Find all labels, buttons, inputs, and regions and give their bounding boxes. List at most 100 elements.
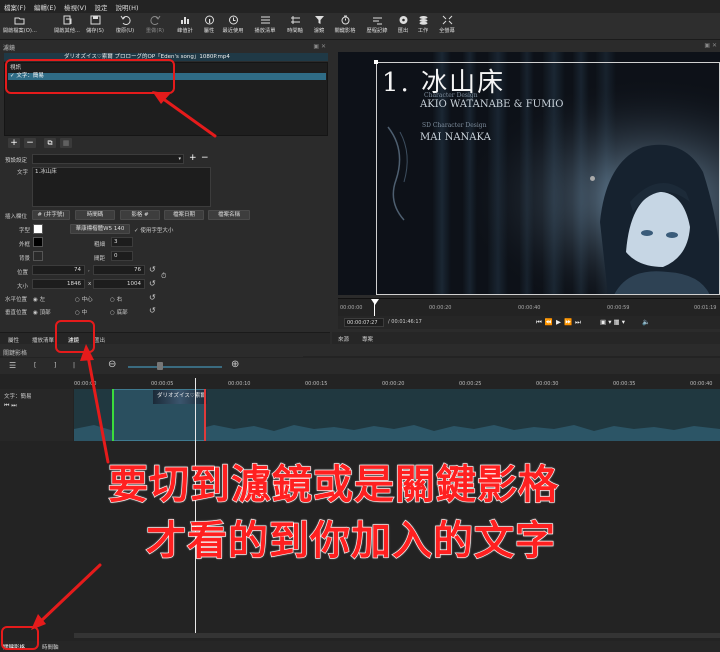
redo-icon — [149, 15, 160, 25]
save-preset-button[interactable]: + — [189, 153, 197, 163]
halign-center-radio[interactable]: ○ 中心 — [75, 295, 93, 303]
reset-valign-icon[interactable]: ↺ — [149, 306, 156, 315]
preview-ruler[interactable]: 00:00:00 00:00:20 00:00:40 00:00:59 00:0… — [338, 298, 720, 317]
add-filter-button[interactable]: + — [8, 138, 20, 148]
bbox-handle-icon[interactable] — [374, 60, 378, 64]
ruler-tick: 00:00:15 — [305, 381, 328, 387]
outline-color-swatch[interactable] — [33, 237, 43, 247]
insert-frame-button[interactable]: 影格 # — [120, 210, 160, 220]
current-time-field[interactable]: 00:00:07:27 — [344, 318, 384, 327]
valign-bottom-radio[interactable]: ○ 底部 — [110, 308, 128, 316]
halign-label: 水平位置 — [5, 297, 28, 303]
ruler-tick: 00:00:05 — [151, 381, 174, 387]
video-preview[interactable]: 1. 冰山床 Character Design AKIO WATANABE & … — [338, 52, 720, 295]
insert-file-date-button[interactable]: 檔案日期 — [164, 210, 204, 220]
panel-close-icon[interactable]: ▣ ✕ — [313, 43, 326, 50]
open-folder-icon — [14, 17, 24, 25]
background-label: 背景 — [19, 256, 31, 262]
tab-project[interactable]: 專案 — [362, 335, 373, 343]
ruler-tick: 00:00:40 — [690, 381, 713, 387]
tab-export[interactable]: 匯出 — [94, 336, 105, 344]
clip-out-marker[interactable] — [204, 389, 206, 441]
menu-help[interactable]: 說明(H) — [116, 2, 139, 12]
insert-timecode-button[interactable]: 時間碼 — [75, 210, 115, 220]
menu-edit[interactable]: 編輯(E) — [34, 2, 56, 12]
menu-view[interactable]: 檢視(V) — [64, 2, 87, 12]
keyframes-button[interactable]: 關鍵影格 — [330, 14, 360, 40]
highlight-filter-list — [5, 59, 175, 94]
remove-filter-button[interactable]: − — [24, 138, 36, 148]
copy-filter-button[interactable]: ⧉ — [44, 138, 56, 148]
keyframe-track[interactable]: ダリオズイス♡索爾 — [74, 389, 720, 441]
thickness-spinner[interactable]: 3 — [111, 237, 133, 247]
open-file-button[interactable]: 開啟檔案(O)... — [2, 14, 37, 40]
track-nav-icon[interactable]: ⏮ ⏭ — [4, 402, 17, 410]
toggle-zoom-icon[interactable]: ▣ ▾ ▦ ▾ — [600, 318, 625, 326]
halign-left-radio[interactable]: ◉ 左 — [33, 295, 45, 303]
size-width-input[interactable]: 1846 — [32, 279, 85, 289]
delete-preset-button[interactable]: − — [201, 153, 209, 163]
history-icon — [372, 17, 382, 25]
background-color-swatch[interactable] — [33, 251, 43, 261]
ruler-tick: 00:00:10 — [228, 381, 251, 387]
seek-next-icon[interactable]: ] — [54, 362, 56, 369]
transport-bar: 00:00:07:27 / 00:01:46:17 ⏮⏪▶⏩⏭ ▣ ▾ ▦ ▾ … — [338, 316, 720, 329]
menu-icon[interactable]: ☰ — [9, 361, 16, 370]
undo-button[interactable]: 復原(U) — [110, 14, 140, 40]
preview-float-icon[interactable]: ▣ ✕ — [704, 42, 717, 49]
position-separator: , — [88, 267, 90, 273]
playlist-button[interactable]: 播放清單 — [250, 14, 280, 40]
tab-playlist[interactable]: 播放清單 — [32, 336, 54, 344]
text-input[interactable]: 1.冰山床 — [32, 167, 211, 207]
shotcut-window: { "menu": {"items": ["檔案(F)", "編輯(E)", "… — [0, 0, 720, 652]
transport-controls-icon[interactable]: ⏮⏪▶⏩⏭ — [536, 318, 584, 327]
insert-file-name-button[interactable]: 檔案名稱 — [208, 210, 250, 220]
outline-label: 外框 — [19, 242, 31, 248]
bbox-handle-icon[interactable] — [590, 176, 595, 181]
save-button[interactable]: 儲存(S) — [80, 14, 110, 40]
size-height-input[interactable]: 1004 — [93, 279, 145, 289]
preset-select[interactable]: ▾ — [32, 154, 184, 164]
keyframe-toggle-icon[interactable]: ⏱ — [161, 272, 166, 281]
padding-spinner[interactable]: 0 — [111, 251, 133, 261]
padding-label: 間距 — [94, 256, 106, 262]
volume-icon[interactable]: 🔈 — [642, 318, 650, 326]
zoom-slider-handle[interactable] — [157, 362, 163, 370]
timeline-ruler[interactable]: 00:00:00 00:00:05 00:00:10 00:00:15 00:0… — [74, 378, 720, 389]
reset-position-icon[interactable]: ↺ — [149, 265, 156, 274]
insert-hash-button[interactable]: # (井字號) — [32, 210, 70, 220]
seek-prev-icon[interactable]: [ — [34, 362, 36, 369]
tab-source[interactable]: 來源 — [338, 335, 349, 343]
clip-in-marker[interactable] — [112, 389, 114, 441]
track-header[interactable]: 文字：簡易 ⏮ ⏭ — [0, 389, 73, 441]
tab-properties[interactable]: 屬性 — [8, 336, 19, 344]
use-font-size-checkbox[interactable]: ✓ 使用字型大小 — [134, 226, 173, 234]
valign-top-radio[interactable]: ◉ 頂部 — [33, 308, 51, 316]
position-x-input[interactable]: 74 — [32, 265, 85, 275]
text-filter-clip[interactable]: ダリオズイス♡索爾 — [112, 389, 207, 441]
open-other-button[interactable]: 開啟其他... — [52, 14, 82, 40]
recent-button[interactable]: 最近使用 — [218, 14, 248, 40]
paste-filter-button[interactable]: ▦ — [60, 138, 72, 148]
position-label: 位置 — [17, 270, 29, 276]
font-button[interactable]: 華康標楷體W5 140 — [70, 224, 130, 234]
keyframe-type-icon[interactable]: | — [73, 362, 75, 369]
zoom-slider[interactable] — [128, 366, 222, 368]
fullscreen-button[interactable]: 全螢幕 — [432, 14, 462, 40]
zoom-out-icon[interactable]: ⊖ — [108, 359, 116, 370]
tab-timeline[interactable]: 時間軸 — [42, 643, 59, 651]
position-y-input[interactable]: 76 — [93, 265, 145, 275]
menu-settings[interactable]: 設定 — [95, 2, 108, 12]
clip-label: ダリオズイス♡索爾 — [157, 393, 206, 399]
halign-right-radio[interactable]: ○ 右 — [110, 295, 122, 303]
horizontal-scrollbar[interactable] — [74, 633, 720, 638]
menu-file[interactable]: 檔案(F) — [4, 2, 26, 12]
redo-button[interactable]: 重做(R) — [140, 14, 170, 40]
size-separator: x — [88, 281, 92, 287]
font-color-swatch[interactable] — [33, 224, 43, 234]
filter-icon — [314, 16, 324, 24]
valign-middle-radio[interactable]: ○ 中 — [75, 308, 87, 316]
reset-halign-icon[interactable]: ↺ — [149, 293, 156, 302]
zoom-in-icon[interactable]: ⊕ — [231, 359, 239, 370]
reset-size-icon[interactable]: ↺ — [149, 279, 156, 288]
